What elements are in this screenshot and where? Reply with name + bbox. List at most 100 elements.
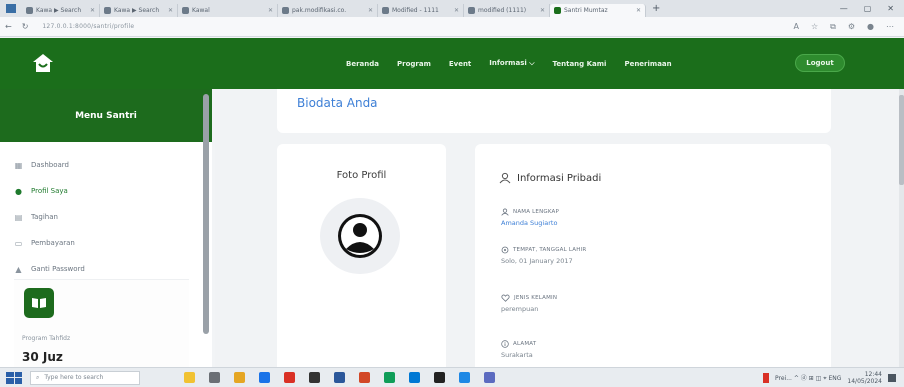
address-bar: ← ↻ 127.0.0.1:8000/santri/profile A ☆ ⧉ … xyxy=(0,17,904,37)
photo-card: Foto Profil xyxy=(277,144,446,367)
mail-icon[interactable] xyxy=(284,372,295,383)
sidebar-item-tagihan[interactable]: ▤ Tagihan xyxy=(0,204,212,230)
browser-tab[interactable]: Kawa ▶ Search ✕ xyxy=(22,3,100,17)
logout-button[interactable]: Logout xyxy=(795,54,845,72)
book-icon xyxy=(24,288,54,318)
info-title: Informasi Pribadi xyxy=(499,172,601,184)
nav-beranda[interactable]: Beranda xyxy=(346,60,379,68)
nav-event[interactable]: Event xyxy=(449,60,471,68)
sidebar-item-dashboard[interactable]: ▦ Dashboard xyxy=(0,152,212,178)
favorite-icon[interactable]: ☆ xyxy=(811,22,818,32)
card-icon: ▭ xyxy=(14,238,23,248)
close-tab-icon[interactable]: ✕ xyxy=(168,7,173,14)
browser-tab[interactable]: pak.modifikasi.co. ✕ xyxy=(278,3,378,17)
document-icon: ▤ xyxy=(14,212,23,222)
extensions-icon[interactable]: ⚙ xyxy=(848,22,855,32)
maximize-icon[interactable]: ▢ xyxy=(864,4,872,13)
back-icon[interactable]: ← xyxy=(5,22,12,31)
browser-tab[interactable]: Kawal ✕ xyxy=(178,3,278,17)
close-tab-icon[interactable]: ✕ xyxy=(636,7,641,14)
taskbar-apps xyxy=(184,372,495,383)
new-tab-icon[interactable]: + xyxy=(652,3,660,14)
info-icon xyxy=(501,340,509,348)
notifications-icon[interactable] xyxy=(888,373,896,382)
tab-favicon-icon xyxy=(382,6,389,14)
browser-tab[interactable]: Modified - 1111 ✕ xyxy=(378,3,464,17)
field-tempat-tanggal-lahir: TEMPAT, TANGGAL LAHIR Solo, 01 January 2… xyxy=(501,246,587,265)
collections-icon[interactable]: ⧉ xyxy=(830,22,836,32)
store-icon[interactable] xyxy=(259,372,270,383)
sidebar-scrollbar[interactable] xyxy=(203,94,209,334)
location-icon xyxy=(501,246,509,254)
main-content: Biodata Anda Foto Profil Informasi Priba… xyxy=(215,89,904,367)
close-tab-icon[interactable]: ✕ xyxy=(268,7,273,14)
sidebar-nav: ▦ Dashboard ● Profil Saya ▤ Tagihan ▭ Pembay… xyxy=(0,142,212,282)
site-navbar: Beranda Program Event Informasi ⌵ Tentan… xyxy=(0,38,904,89)
tab-favicon-icon xyxy=(104,6,111,14)
nav-informasi[interactable]: Informasi ⌵ xyxy=(489,59,534,68)
browser-tab-bar: Kawa ▶ Search ✕ Kawa ▶ Search ✕ Kawal ✕ pak… xyxy=(0,0,904,17)
powerpoint-icon[interactable] xyxy=(359,372,370,383)
photo-title: Foto Profil xyxy=(336,170,387,181)
tab-favicon-icon xyxy=(468,6,475,14)
edge-icon[interactable] xyxy=(409,372,420,383)
weather-icon[interactable] xyxy=(184,372,195,383)
tab-favicon-icon xyxy=(554,6,561,14)
sidebar-item-profil-saya[interactable]: ● Profil Saya xyxy=(0,178,212,204)
close-tab-icon[interactable]: ✕ xyxy=(454,7,459,14)
nav-penerimaan[interactable]: Penerimaan xyxy=(624,60,671,68)
grid-icon: ▦ xyxy=(14,160,23,170)
refresh-icon[interactable]: ↻ xyxy=(22,22,29,31)
chrome-icon[interactable] xyxy=(384,372,395,383)
browser-tab[interactable]: modified (1111) ✕ xyxy=(464,3,550,17)
tab-favicon-icon xyxy=(282,6,289,14)
main-menu: Beranda Program Event Informasi ⌵ Tentan… xyxy=(346,38,672,89)
sidebar: Menu Santri ▦ Dashboard ● Profil Saya ▤ Tag… xyxy=(0,89,212,367)
taskbar-search[interactable]: ⌕ Type here to search xyxy=(30,370,140,385)
user-outline-icon xyxy=(499,172,511,184)
home-logo-icon[interactable] xyxy=(32,52,54,74)
read-aloud-icon[interactable]: A xyxy=(793,22,798,32)
nav-program[interactable]: Program xyxy=(397,60,431,68)
profile-icon[interactable]: ● xyxy=(867,22,874,32)
task-view-icon[interactable] xyxy=(209,372,220,383)
browser-tab[interactable]: Kawa ▶ Search ✕ xyxy=(100,3,178,17)
notification-badge-icon xyxy=(763,372,769,383)
main-scrollbar-thumb[interactable] xyxy=(899,95,904,185)
app-icon[interactable] xyxy=(434,372,445,383)
avatar xyxy=(320,198,400,274)
sidebar-title: Menu Santri xyxy=(0,89,212,142)
lock-icon: ▲ xyxy=(15,264,22,274)
more-icon[interactable]: ⋯ xyxy=(886,22,894,32)
close-window-icon[interactable]: ✕ xyxy=(887,4,894,13)
nav-tentang-kami[interactable]: Tentang Kami xyxy=(553,60,607,68)
clock[interactable]: 12:44 14/05/2024 xyxy=(847,371,882,385)
teams-icon[interactable] xyxy=(484,372,495,383)
url-field[interactable]: 127.0.0.1:8000/santri/profile xyxy=(42,23,134,30)
tahfidz-value: 30 Juz xyxy=(22,350,63,364)
tab-favicon-icon xyxy=(182,6,189,14)
word-icon[interactable] xyxy=(334,372,345,383)
close-tab-icon[interactable]: ✕ xyxy=(368,7,373,14)
window-menu-icon[interactable] xyxy=(6,4,16,13)
start-icon[interactable] xyxy=(6,371,22,384)
field-nama-lengkap: NAMA LENGKAP Amanda Sugiarto xyxy=(501,208,560,227)
minimize-icon[interactable]: — xyxy=(840,4,848,13)
user-icon: ● xyxy=(15,186,22,196)
field-alamat: ALAMAT Surakarta xyxy=(501,340,537,359)
close-tab-icon[interactable]: ✕ xyxy=(90,7,95,14)
browser-tab-active[interactable]: Santri Mumtaz ✕ xyxy=(550,3,646,17)
close-tab-icon[interactable]: ✕ xyxy=(540,7,545,14)
window-controls: — ▢ ✕ xyxy=(840,4,904,13)
vscode-icon[interactable] xyxy=(459,372,470,383)
system-tray: Prei... ^ ⓓ ⊞ ◫ ⌖ ENG 12:44 14/05/2024 xyxy=(763,371,904,385)
sidebar-item-pembayaran[interactable]: ▭ Pembayaran xyxy=(0,230,212,256)
search-icon: ⌕ xyxy=(36,373,40,381)
file-explorer-icon[interactable] xyxy=(234,372,245,383)
tahfidz-label: Program Tahfidz xyxy=(22,335,71,342)
personal-info-card: Informasi Pribadi NAMA LENGKAP Amanda Su… xyxy=(475,144,831,367)
terminal-icon[interactable] xyxy=(309,372,320,383)
page-title: Biodata Anda xyxy=(297,96,378,110)
tab-favicon-icon xyxy=(26,6,33,14)
biodata-card: Biodata Anda xyxy=(277,89,831,133)
